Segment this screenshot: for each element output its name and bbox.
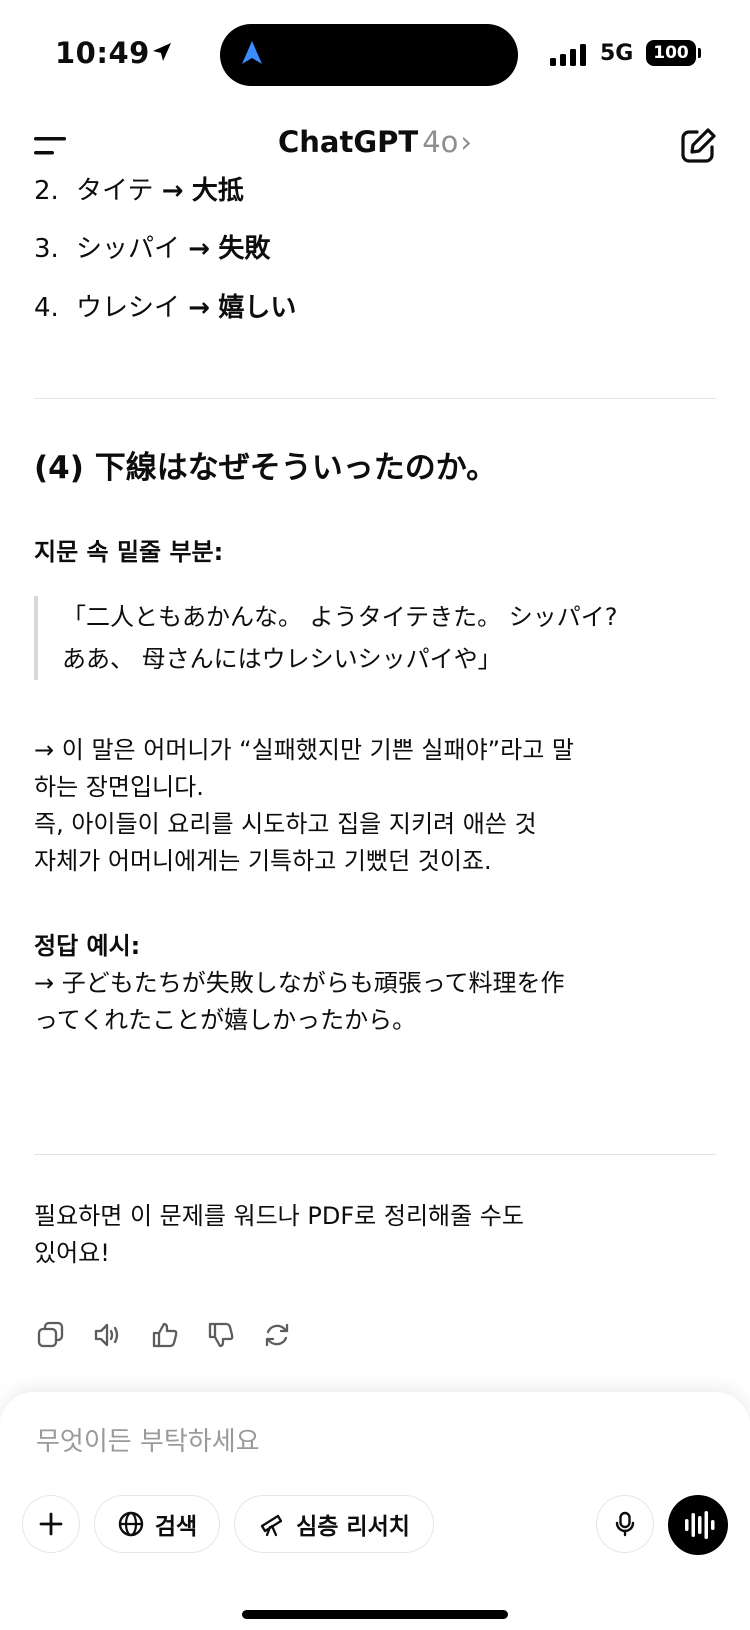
dictate-button[interactable] xyxy=(596,1495,654,1553)
explanation-paragraph: → 이 말은 어머니가 “실패했지만 기쁜 실패야”라고 말 하는 장면입니다.… xyxy=(34,732,718,880)
divider xyxy=(34,1154,716,1155)
blockquote: 「二人ともあかんな。 ようタイテきた。 シッパイ? ああ、 母さんにはウレシいシ… xyxy=(34,596,718,680)
cellular-signal-icon xyxy=(550,44,586,66)
attach-button[interactable] xyxy=(22,1495,80,1553)
answer-paragraph: 정답 예시: → 子どもたちが失敗しながらも頑張って料理を作 ってくれたことが嬉… xyxy=(34,928,718,1039)
explanation-line: → 이 말은 어머니가 “실패했지만 기쁜 실패야”라고 말 xyxy=(34,736,574,764)
question-heading: (4) 下線はなぜそういったのか。 xyxy=(34,450,498,486)
explanation-line: 하는 장면입니다. xyxy=(34,773,204,801)
network-type: 5G xyxy=(600,41,634,66)
closing-paragraph: 필요하면 이 문제를 워드나 PDF로 정리해줄 수도 있어요! xyxy=(34,1198,718,1272)
status-bar: 10:49 5G 100 xyxy=(0,0,750,110)
battery-tip xyxy=(698,48,701,58)
home-indicator xyxy=(242,1610,508,1619)
new-chat-icon[interactable] xyxy=(678,126,718,166)
quote-line: ああ、 母さんにはウレシいシッパイや」 xyxy=(62,645,502,673)
microphone-icon xyxy=(615,1511,635,1537)
plus-icon xyxy=(39,1512,63,1536)
voice-mode-button[interactable] xyxy=(668,1495,728,1555)
speaker-icon[interactable] xyxy=(92,1320,122,1350)
chevron-right-icon: › xyxy=(460,125,472,159)
copy-icon[interactable] xyxy=(36,1320,66,1350)
navigation-arrow-icon xyxy=(242,41,262,64)
telescope-icon xyxy=(260,1514,283,1537)
divider xyxy=(34,398,716,399)
closing-line: 있어요! xyxy=(34,1239,110,1267)
explanation-line: 즉, 아이들이 요리를 시도하고 집을 지키려 애쓴 것 xyxy=(34,810,537,838)
deep-research-button[interactable]: 심층 리서치 xyxy=(234,1495,434,1553)
globe-icon xyxy=(118,1511,144,1537)
thumbs-down-icon[interactable] xyxy=(206,1320,236,1350)
status-time: 10:49 xyxy=(55,36,150,70)
list-item: 3. シッパイ → 失敗 xyxy=(34,234,271,264)
deep-research-label: 심층 리서치 xyxy=(296,1514,410,1540)
passage-title: 지문 속 밑줄 부분: xyxy=(34,538,224,566)
battery-icon: 100 xyxy=(646,40,696,66)
thumbs-up-icon[interactable] xyxy=(150,1320,180,1350)
app-name: ChatGPT xyxy=(277,125,419,159)
model-selector[interactable]: ChatGPT 4o› xyxy=(0,125,750,159)
answer-line: ってくれたことが嬉しかったから。 xyxy=(34,1006,417,1034)
dynamic-island xyxy=(220,24,518,86)
composer: 검색 심층 리서치 xyxy=(0,1392,750,1630)
waveform-icon xyxy=(685,1511,715,1539)
list-item: 4. ウレシイ → 嬉しい xyxy=(34,293,297,323)
closing-line: 필요하면 이 문제를 워드나 PDF로 정리해줄 수도 xyxy=(34,1202,524,1230)
answer-title: 정답 예시: xyxy=(34,932,141,960)
regenerate-icon[interactable] xyxy=(262,1320,292,1350)
location-arrow-icon xyxy=(153,43,171,61)
quote-line: 「二人ともあかんな。 ようタイテきた。 シッパイ? xyxy=(62,603,618,631)
answer-line: → 子どもたちが失敗しながらも頑張って料理を作 xyxy=(34,969,565,997)
search-label: 검색 xyxy=(154,1514,198,1540)
list-item: 2. タイテ → 大抵 xyxy=(34,176,244,206)
explanation-line: 자체가 어머니에게는 기특하고 기뻤던 것이죠. xyxy=(34,847,492,875)
model-name: 4o xyxy=(422,125,459,159)
message-input[interactable] xyxy=(36,1422,636,1462)
search-button[interactable]: 검색 xyxy=(94,1495,220,1553)
